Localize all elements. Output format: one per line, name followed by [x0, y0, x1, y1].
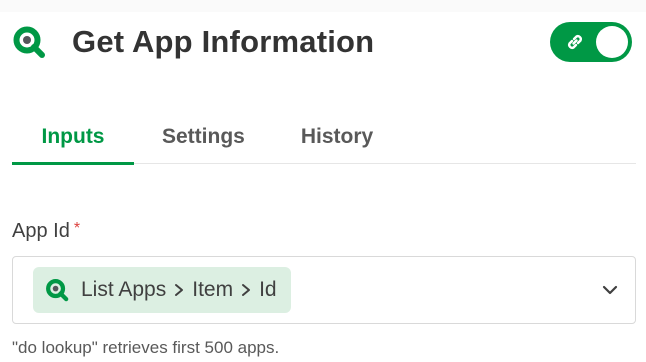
mapped-value-chip[interactable]: List Apps Item Id [33, 267, 291, 313]
field-helper-text: "do lookup" retrieves first 500 apps. [12, 338, 280, 357]
qlik-icon [12, 25, 46, 59]
required-mark: * [73, 220, 81, 237]
tab-inputs[interactable]: Inputs [12, 110, 134, 165]
qlik-icon [45, 277, 71, 303]
chip-part-item: Item [192, 278, 234, 301]
tab-history[interactable]: History [301, 110, 373, 164]
tab-settings[interactable]: Settings [162, 110, 245, 164]
app-id-label: App Id * [12, 220, 80, 243]
app-id-label-text: App Id [12, 220, 70, 242]
toggle-knob [596, 26, 628, 58]
chip-part-id: Id [259, 278, 277, 301]
top-strip [0, 0, 646, 12]
page-title: Get App Information [72, 24, 375, 59]
chevron-down-icon[interactable] [599, 279, 621, 301]
panel-header: Get App Information [12, 20, 632, 64]
chip-part-source: List Apps [81, 278, 167, 301]
app-id-field[interactable]: List Apps Item Id [12, 256, 636, 324]
connection-toggle[interactable] [550, 22, 632, 62]
chevron-right-icon [240, 283, 252, 297]
block-config-panel: Get App Information Inputs Settings Hist… [0, 0, 646, 362]
tab-bar: Inputs Settings History [12, 110, 636, 165]
link-icon [564, 31, 586, 53]
chevron-right-icon [173, 283, 185, 297]
